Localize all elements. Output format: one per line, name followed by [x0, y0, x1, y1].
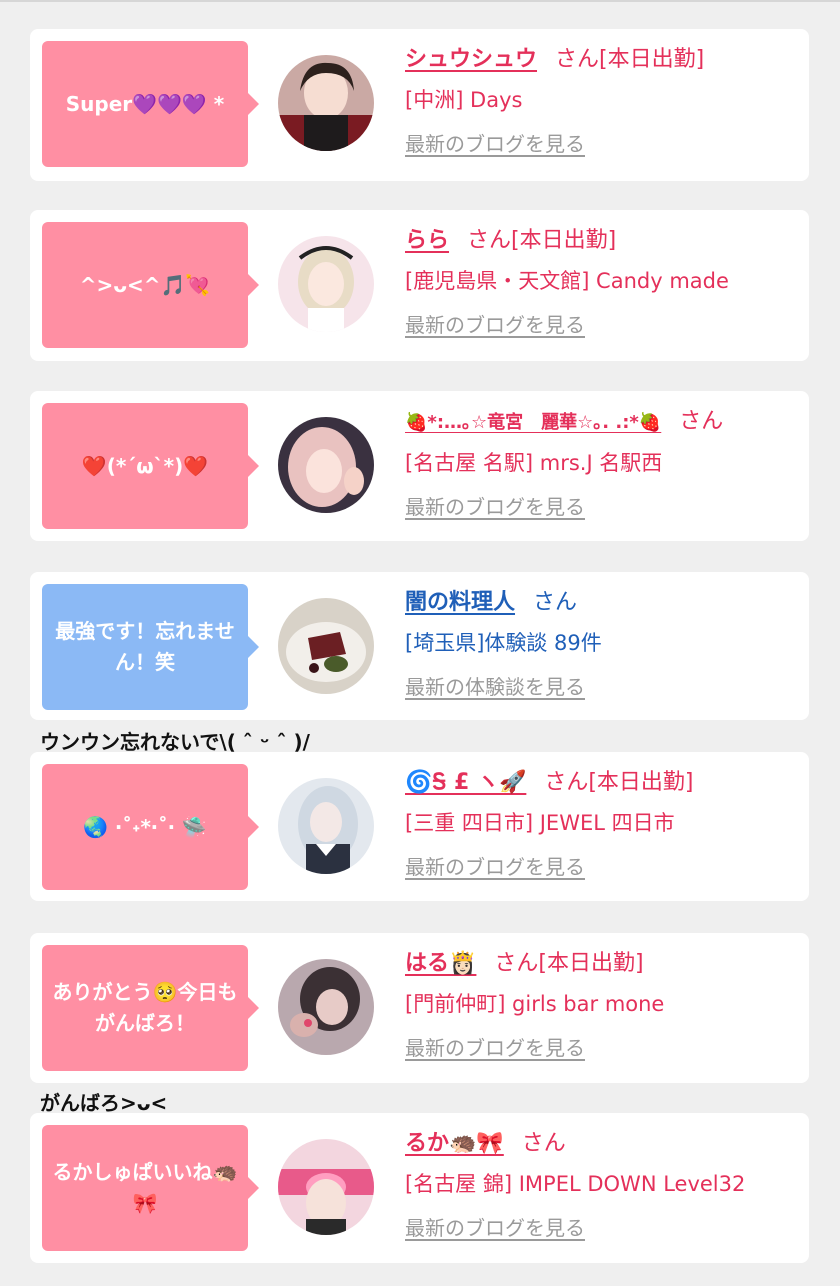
message-bubble: ^>ᴗ<^🎵💘	[42, 222, 259, 348]
post-card: 🌏 ‧˚˖*‧˚‧ 🛸 🌀Ꭶ £ ヽ🚀 さん[本日出勤] [三重 四日市] JEW…	[30, 752, 809, 901]
latest-blog-link[interactable]: 最新のブログを見る	[405, 491, 585, 523]
honorific-status: さん[本日出勤]	[467, 228, 617, 253]
message-bubble: 最強です！忘れません！笑	[42, 584, 259, 710]
post-card: ありがとう🥺今日もがんばろ！ はる👸🏻 さん[本日出勤] [門前仲町] girls…	[30, 933, 809, 1083]
honorific-status: さん[本日出勤]	[555, 47, 705, 72]
post-card: Super💜💜💜 * シュウシュウ さん[本日出勤] [中洲] Days 最新のブ…	[30, 29, 809, 181]
avatar[interactable]	[278, 417, 374, 513]
shop-label: [鹿児島県・天文館] Candy made	[405, 269, 729, 293]
latest-blog-link[interactable]: 最新のブログを見る	[405, 1212, 585, 1244]
author-name[interactable]: 🌀Ꭶ £ ヽ🚀	[405, 770, 526, 795]
post-info: はる👸🏻 さん[本日出勤] [門前仲町] girls bar mone 最新のブロ…	[405, 947, 805, 1064]
honorific-status: さん	[679, 409, 724, 434]
author-name[interactable]: 🍓*:…｡☆竜宮 麗華☆｡. .:*🍓	[405, 412, 661, 433]
shop-label: [名古屋 名駅] mrs.J 名駅西	[405, 451, 663, 475]
author-name[interactable]: らら	[405, 228, 449, 253]
post-info: 闇の料理人 さん [埼玉県]体験談 89件 最新の体験談を見る	[405, 586, 805, 703]
review-card: 最強です！忘れません！笑 闇の料理人 さん [埼玉県]体験談 89件 最新の体験談…	[30, 572, 809, 720]
honorific-status: さん[本日出勤]	[544, 770, 694, 795]
author-name[interactable]: シュウシュウ	[405, 47, 537, 72]
avatar[interactable]	[278, 1139, 374, 1235]
latest-review-link[interactable]: 最新の体験談を見る	[405, 671, 585, 703]
message-text: Super💜💜💜 *	[65, 91, 225, 116]
author-name[interactable]: はる👸🏻	[405, 951, 476, 976]
author-name[interactable]: 闇の料理人	[405, 590, 515, 615]
shop-label: [門前仲町] girls bar mone	[405, 992, 665, 1016]
avatar[interactable]	[278, 55, 374, 151]
shop-label: [名古屋 錦] IMPEL DOWN Level32	[405, 1172, 746, 1196]
message-text: ❤️(*´ω`*)❤️	[81, 453, 209, 478]
post-card: ❤️(*´ω`*)❤️ 🍓*:…｡☆竜宮 麗華☆｡. .:*🍓 さん [名古屋 名…	[30, 391, 809, 541]
message-bubble: るかしゅぱいいね🦔🎀	[42, 1125, 259, 1251]
avatar[interactable]	[278, 236, 374, 332]
message-text: 最強です！忘れません！笑	[55, 619, 235, 674]
message-text: 🌏 ‧˚˖*‧˚‧ 🛸	[83, 814, 207, 839]
avatar[interactable]	[278, 778, 374, 874]
message-bubble: Super💜💜💜 *	[42, 41, 259, 167]
top-divider	[0, 0, 840, 2]
message-text: ありがとう🥺今日もがんばろ！	[52, 980, 238, 1035]
post-info: るか🦔🎀 さん [名古屋 錦] IMPEL DOWN Level32 最新のブログ…	[405, 1127, 805, 1244]
reply-text: ウンウン忘れないで\( ˆ ᵕ ˆ )/	[40, 730, 310, 754]
message-text: るかしゅぱいいね🦔🎀	[52, 1160, 238, 1215]
message-bubble: 🌏 ‧˚˖*‧˚‧ 🛸	[42, 764, 259, 890]
post-info: 🌀Ꭶ £ ヽ🚀 さん[本日出勤] [三重 四日市] JEWEL 四日市 最新のブロ…	[405, 766, 805, 883]
message-bubble: ありがとう🥺今日もがんばろ！	[42, 945, 259, 1071]
latest-blog-link[interactable]: 最新のブログを見る	[405, 1032, 585, 1064]
post-info: 🍓*:…｡☆竜宮 麗華☆｡. .:*🍓 さん [名古屋 名駅] mrs.J 名駅西…	[405, 405, 805, 523]
latest-blog-link[interactable]: 最新のブログを見る	[405, 309, 585, 341]
shop-label: [三重 四日市] JEWEL 四日市	[405, 811, 675, 835]
message-bubble: ❤️(*´ω`*)❤️	[42, 403, 259, 529]
avatar[interactable]	[278, 598, 374, 694]
avatar[interactable]	[278, 959, 374, 1055]
honorific-status: さん[本日出勤]	[494, 951, 644, 976]
latest-blog-link[interactable]: 最新のブログを見る	[405, 851, 585, 883]
author-name[interactable]: るか🦔🎀	[405, 1131, 504, 1156]
shop-label: [中洲] Days	[405, 88, 523, 112]
latest-blog-link[interactable]: 最新のブログを見る	[405, 128, 585, 160]
post-card: るかしゅぱいいね🦔🎀 るか🦔🎀 さん [名古屋 錦] IMPEL DOWN Lev…	[30, 1113, 809, 1263]
honorific: さん	[521, 1131, 566, 1156]
post-info: らら さん[本日出勤] [鹿児島県・天文館] Candy made 最新のブログを…	[405, 224, 805, 341]
reply-text: がんばろ>ᴗ<	[40, 1091, 168, 1115]
honorific: さん	[533, 590, 578, 615]
review-count-label: [埼玉県]体験談 89件	[405, 631, 602, 655]
post-card: ^>ᴗ<^🎵💘 らら さん[本日出勤] [鹿児島県・天文館] Candy made…	[30, 210, 809, 361]
message-text: ^>ᴗ<^🎵💘	[79, 272, 211, 297]
post-info: シュウシュウ さん[本日出勤] [中洲] Days 最新のブログを見る	[405, 43, 805, 160]
